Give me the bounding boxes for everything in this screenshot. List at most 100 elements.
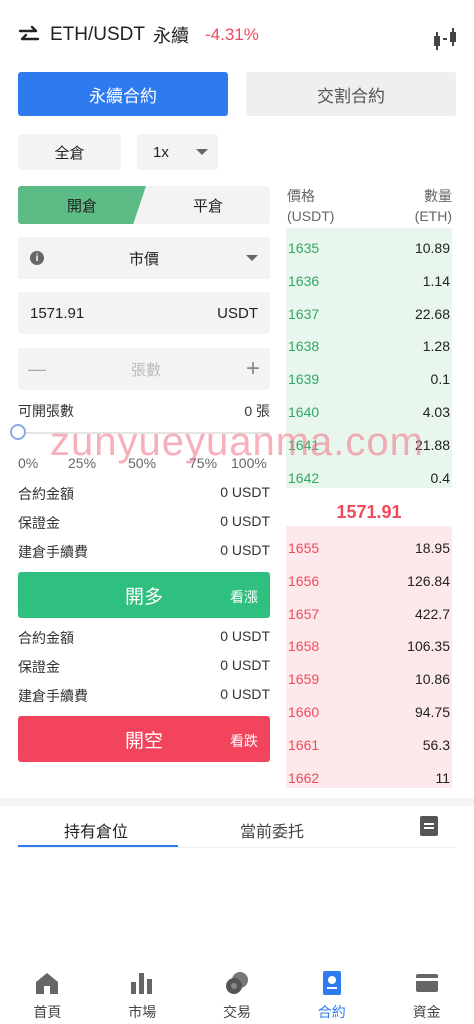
contract-icon <box>322 971 341 995</box>
bid-qty: 422.7 <box>414 605 450 622</box>
bid-row[interactable]: 1660 94.75 <box>286 696 452 728</box>
open-position-tab[interactable]: 開倉 <box>18 186 146 224</box>
bottom-nav: 首頁 市場 交易 合約 資金 <box>0 960 474 1024</box>
bid-row[interactable]: 1657 422.7 <box>286 598 452 630</box>
leverage-label: 1x <box>153 143 169 161</box>
open-long-sub: 看漲 <box>230 589 258 605</box>
open-long-button[interactable]: 開多 看漲 <box>18 572 270 618</box>
mid-price: 1571.91 <box>336 502 402 522</box>
chart-icon <box>131 973 153 994</box>
nav-contract-label: 合約 <box>317 1004 346 1020</box>
nav-contract[interactable]: 合約 <box>284 960 379 1024</box>
slider-pct-50[interactable]: 50% <box>128 455 156 471</box>
long-contract-amount-label: 合約金額 <box>18 486 74 502</box>
ask-qty: 21.88 <box>414 436 450 453</box>
short-fee-label: 建倉手續費 <box>18 688 88 704</box>
bid-row[interactable]: 1658 106.35 <box>286 630 452 662</box>
slider-pct-75[interactable]: 75% <box>189 455 217 471</box>
amount-slider[interactable] <box>10 424 270 440</box>
short-contract-amount-value: 0 USDT <box>220 628 270 644</box>
nav-market[interactable]: 市場 <box>95 960 190 1024</box>
ask-price: 1642 <box>288 469 320 486</box>
chevron-down-icon <box>246 255 258 261</box>
ask-row[interactable]: 1639 0.1 <box>286 363 452 395</box>
nav-trade[interactable]: 交易 <box>190 960 285 1024</box>
minus-icon[interactable]: — <box>28 359 46 380</box>
quantity-stepper[interactable]: — 張數 + <box>18 348 270 390</box>
tab-delivery[interactable]: 交割合約 <box>246 72 456 116</box>
price-change: -4.31% <box>205 25 259 44</box>
nav-funds[interactable]: 資金 <box>379 960 474 1024</box>
document-icon[interactable] <box>420 816 438 836</box>
bid-price: 1662 <box>288 769 320 786</box>
ask-row[interactable]: 1637 22.68 <box>286 298 452 330</box>
price-input[interactable]: 1571.91 USDT <box>18 292 270 334</box>
long-contract-amount-value: 0 USDT <box>220 484 270 500</box>
bid-price: 1657 <box>288 605 320 622</box>
short-margin-label: 保證金 <box>18 659 60 675</box>
bid-row[interactable]: 1655 18.95 <box>286 532 452 564</box>
order-type-select[interactable]: i 市價 <box>18 237 270 279</box>
tab-open-orders[interactable]: 當前委托 <box>240 818 304 842</box>
bid-price: 1656 <box>288 572 320 589</box>
long-margin-label: 保證金 <box>18 515 60 531</box>
open-short-sub: 看跌 <box>230 733 258 749</box>
slider-handle[interactable] <box>10 424 26 440</box>
ask-price: 1635 <box>288 240 320 256</box>
ask-row[interactable]: 1636 1.14 <box>286 265 452 297</box>
ask-row[interactable]: 1640 4.03 <box>286 396 452 428</box>
nav-home[interactable]: 首頁 <box>0 960 95 1024</box>
plus-icon[interactable]: + <box>246 355 260 383</box>
long-fee-label: 建倉手續費 <box>18 544 88 560</box>
info-icon[interactable]: i <box>30 251 44 265</box>
slider-pct-0[interactable]: 0% <box>18 455 38 471</box>
bid-price: 1658 <box>288 638 320 655</box>
ask-price: 1641 <box>288 436 320 453</box>
long-margin-value: 0 USDT <box>220 513 270 529</box>
bid-price: 1661 <box>288 736 320 753</box>
position-toggle: 開倉 平倉 <box>18 186 270 224</box>
price-header-unit: (USDT) <box>287 208 335 224</box>
bid-row[interactable]: 1656 126.84 <box>286 565 452 597</box>
bid-price: 1659 <box>288 671 320 688</box>
open-short-button[interactable]: 開空 看跌 <box>18 716 270 762</box>
long-fee-value: 0 USDT <box>220 542 270 558</box>
margin-mode-select[interactable]: 全倉 <box>18 134 121 170</box>
tab-perpetual[interactable]: 永續合約 <box>18 72 228 116</box>
ask-row[interactable]: 1641 21.88 <box>286 429 452 461</box>
bid-row[interactable]: 1659 10.86 <box>286 663 452 695</box>
leverage-select[interactable]: 1x <box>137 134 218 170</box>
bid-price: 1660 <box>288 704 320 720</box>
pair-title[interactable]: ETH/USDT <box>50 24 145 46</box>
ask-qty: 1.14 <box>422 272 450 289</box>
margin-mode-label: 全倉 <box>54 144 85 162</box>
ask-row[interactable]: 1638 1.28 <box>286 330 452 362</box>
close-position-tab[interactable]: 平倉 <box>146 186 270 224</box>
price-value: 1571.91 <box>30 304 85 322</box>
ask-row[interactable]: 1642 0.4 <box>286 462 452 494</box>
tab-underline <box>18 845 178 847</box>
ask-qty: 4.03 <box>422 404 450 420</box>
wallet-icon <box>415 974 438 992</box>
slider-track <box>18 432 270 434</box>
bid-row[interactable]: 1662 11 <box>286 762 452 794</box>
short-contract-amount-label: 合約金額 <box>18 630 74 646</box>
section-divider <box>0 798 474 806</box>
qty-header-unit: (ETH) <box>414 208 452 224</box>
ask-qty: 1.28 <box>422 338 450 355</box>
ask-row[interactable]: 1635 10.89 <box>286 232 452 264</box>
slider-pct-100[interactable]: 100% <box>231 455 267 471</box>
ask-qty: 0.4 <box>430 469 450 486</box>
bid-row[interactable]: 1661 56.3 <box>286 729 452 761</box>
slider-pct-25[interactable]: 25% <box>68 455 96 471</box>
orderbook-price-header: 價格 (USDT) <box>287 186 334 226</box>
swap-icon[interactable] <box>18 25 40 45</box>
bid-qty: 11 <box>435 769 450 786</box>
bid-qty: 94.75 <box>414 704 450 720</box>
candlestick-icon[interactable] <box>432 28 458 50</box>
nav-market-label: 市場 <box>128 1004 157 1020</box>
tab-positions[interactable]: 持有倉位 <box>64 818 128 842</box>
contract-type-label: 永續 <box>153 26 189 46</box>
quantity-placeholder: 張數 <box>130 361 161 379</box>
price-header-label: 價格 <box>287 188 315 204</box>
